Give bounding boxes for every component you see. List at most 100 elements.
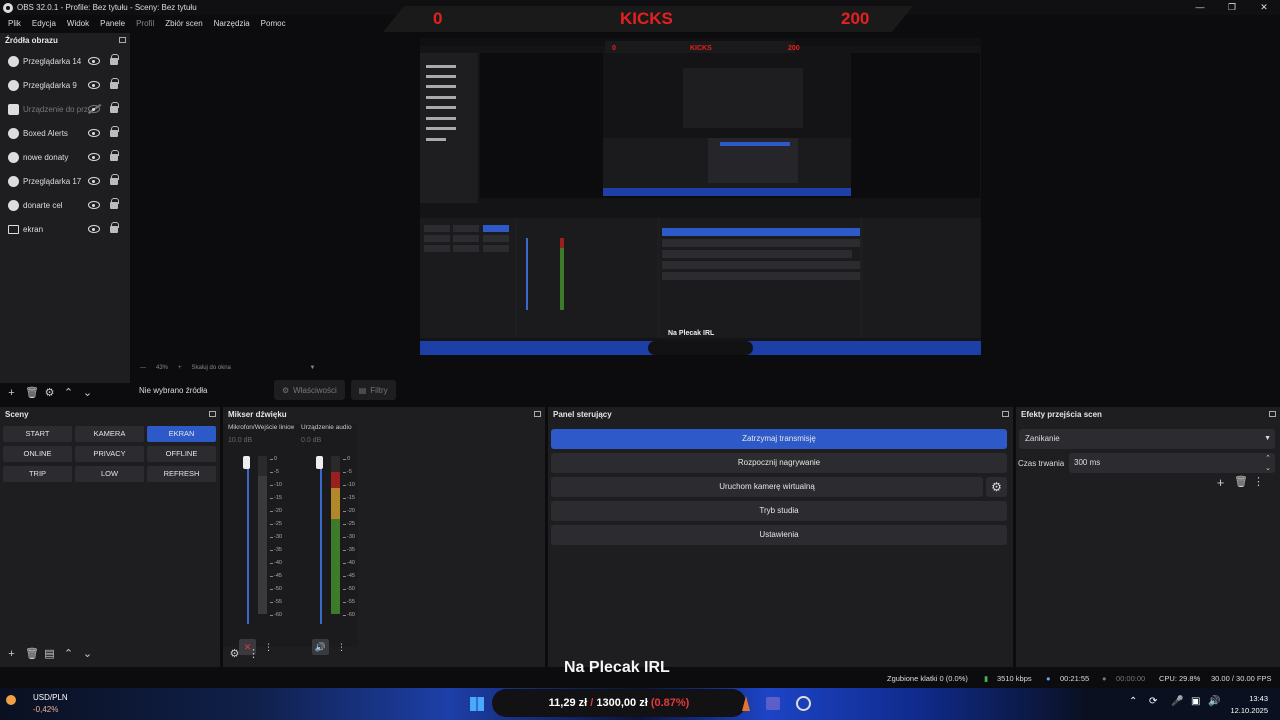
- source-item[interactable]: Przeglądarka 14: [0, 49, 130, 73]
- minimize-icon[interactable]: —: [1184, 0, 1216, 15]
- network-icon[interactable]: ▣: [1191, 696, 1200, 707]
- add-source-icon[interactable]: +: [6, 388, 17, 399]
- stop-streaming-button[interactable]: Zatrzymaj transmisję: [551, 429, 1007, 449]
- speaker-icon[interactable]: 🔊: [312, 639, 329, 655]
- lock-icon[interactable]: [110, 174, 119, 185]
- source-item[interactable]: Urządzenie do prz: [0, 97, 130, 121]
- stream-time: 00:21:55: [1060, 674, 1090, 683]
- scene-button[interactable]: LOW: [75, 466, 144, 482]
- move-up-icon[interactable]: ⌃: [63, 649, 74, 660]
- microphone-icon[interactable]: 🎤: [1171, 696, 1183, 707]
- eye-off-icon[interactable]: [88, 105, 100, 113]
- undock-icon[interactable]: [534, 411, 541, 417]
- add-transition-icon[interactable]: +: [1215, 476, 1226, 489]
- duration-input[interactable]: 300 ms ⌃ ⌄: [1069, 453, 1275, 473]
- scene-button[interactable]: OFFLINE: [147, 446, 216, 462]
- properties-button[interactable]: ⚙ Właściwości: [274, 380, 345, 400]
- move-down-icon[interactable]: ⌄: [82, 388, 93, 399]
- eye-icon[interactable]: [88, 57, 100, 65]
- eye-icon[interactable]: [88, 177, 100, 185]
- source-item[interactable]: Boxed Alerts: [0, 121, 130, 145]
- zoom-out-icon[interactable]: —: [140, 365, 146, 371]
- source-item[interactable]: ekran: [0, 217, 130, 241]
- record-icon: ●: [1102, 674, 1107, 683]
- virtual-camera-settings-icon[interactable]: ⚙: [986, 477, 1007, 497]
- virtual-camera-button[interactable]: Uruchom kamerę wirtualną: [551, 477, 983, 497]
- move-down-icon[interactable]: ⌄: [82, 649, 93, 660]
- zoom-in-icon[interactable]: +: [178, 365, 182, 371]
- menu-file[interactable]: Plik: [8, 19, 21, 28]
- undock-icon[interactable]: [1002, 411, 1009, 417]
- lock-icon[interactable]: [110, 150, 119, 161]
- scale-tick: [270, 537, 273, 538]
- menu-scene-collection[interactable]: Zbiór scen: [165, 19, 202, 28]
- scene-filters-icon[interactable]: ▤: [44, 649, 55, 660]
- menu-view[interactable]: Widok: [67, 19, 89, 28]
- eye-icon[interactable]: [88, 153, 100, 161]
- stepper-down-icon[interactable]: ⌄: [1265, 459, 1271, 479]
- menu-tools[interactable]: Narzędzia: [214, 19, 250, 28]
- scene-button[interactable]: KAMERA: [75, 426, 144, 442]
- menu-docks[interactable]: Panele: [100, 19, 125, 28]
- advanced-audio-icon[interactable]: ⚙: [229, 649, 240, 660]
- obs-taskbar-icon[interactable]: [796, 696, 811, 711]
- scene-button[interactable]: START: [3, 426, 72, 442]
- more-options-icon[interactable]: ⋮: [1253, 477, 1264, 488]
- menu-profile[interactable]: Profil: [136, 19, 154, 28]
- remove-transition-icon[interactable]: 🗑: [1234, 477, 1248, 488]
- source-item[interactable]: nowe donaty: [0, 145, 130, 169]
- undock-icon[interactable]: [1269, 411, 1276, 417]
- eye-icon[interactable]: [88, 201, 100, 209]
- source-item[interactable]: donarte cel: [0, 193, 130, 217]
- filters-button[interactable]: ▤ Filtry: [350, 380, 396, 400]
- chevron-down-icon[interactable]: ▼: [310, 365, 316, 371]
- remove-scene-icon[interactable]: 🗑: [25, 649, 39, 660]
- menu-help[interactable]: Pomoc: [261, 19, 286, 28]
- source-item[interactable]: Przeglądarka 9: [0, 73, 130, 97]
- scenes-toolbar: + 🗑 ▤ ⌃ ⌄: [6, 649, 93, 660]
- source-settings-icon[interactable]: ⚙: [44, 388, 55, 399]
- tray-chevron-icon[interactable]: ⌃: [1129, 696, 1137, 707]
- eye-icon[interactable]: [88, 81, 100, 89]
- start-icon[interactable]: [470, 697, 484, 711]
- volume-fader-track[interactable]: [247, 466, 249, 624]
- volume-fader-track[interactable]: [320, 466, 322, 624]
- speaker-icon[interactable]: 🔊: [1208, 696, 1220, 707]
- lock-icon[interactable]: [110, 126, 119, 137]
- lock-icon[interactable]: [110, 102, 119, 113]
- remove-source-icon[interactable]: 🗑: [25, 388, 39, 399]
- lock-icon[interactable]: [110, 198, 119, 209]
- scene-button[interactable]: PRIVACY: [75, 446, 144, 462]
- close-icon[interactable]: ✕: [1248, 0, 1280, 15]
- more-options-icon[interactable]: ⋮: [248, 649, 259, 660]
- teams-icon[interactable]: [766, 697, 780, 710]
- eye-icon[interactable]: [88, 129, 100, 137]
- menu-edit[interactable]: Edycja: [32, 19, 56, 28]
- move-up-icon[interactable]: ⌃: [63, 388, 74, 399]
- restore-icon[interactable]: ❐: [1216, 0, 1248, 15]
- volume-fader-handle[interactable]: [243, 456, 250, 469]
- lock-icon[interactable]: [110, 78, 119, 89]
- settings-button[interactable]: Ustawienia: [551, 525, 1007, 545]
- channel-menu-icon[interactable]: ⋮: [333, 639, 350, 655]
- start-recording-button[interactable]: Rozpocznij nagrywanie: [551, 453, 1007, 473]
- transition-select[interactable]: Zanikanie ▼: [1019, 429, 1275, 449]
- currency-widget[interactable]: USD/PLN -0,42%: [33, 693, 68, 714]
- source-item[interactable]: Przeglądarka 17: [0, 169, 130, 193]
- channel-menu-icon[interactable]: ⋮: [260, 639, 277, 655]
- lock-icon[interactable]: [110, 54, 119, 65]
- taskbar-clock[interactable]: 13:43 12.10.2025: [1228, 694, 1268, 715]
- scene-button[interactable]: ONLINE: [3, 446, 72, 462]
- studio-mode-button[interactable]: Tryb studia: [551, 501, 1007, 521]
- add-scene-icon[interactable]: +: [6, 649, 17, 660]
- undock-icon[interactable]: [209, 411, 216, 417]
- zoom-mode-select[interactable]: Skaluj do okna: [192, 365, 300, 371]
- eye-icon[interactable]: [88, 225, 100, 233]
- scene-button[interactable]: REFRESH: [147, 466, 216, 482]
- undock-icon[interactable]: [119, 37, 126, 43]
- scene-button[interactable]: EKRAN: [147, 426, 216, 442]
- lock-icon[interactable]: [110, 222, 119, 233]
- scene-button[interactable]: TRIP: [3, 466, 72, 482]
- sync-icon[interactable]: ⟳: [1149, 696, 1157, 707]
- volume-fader-handle[interactable]: [316, 456, 323, 469]
